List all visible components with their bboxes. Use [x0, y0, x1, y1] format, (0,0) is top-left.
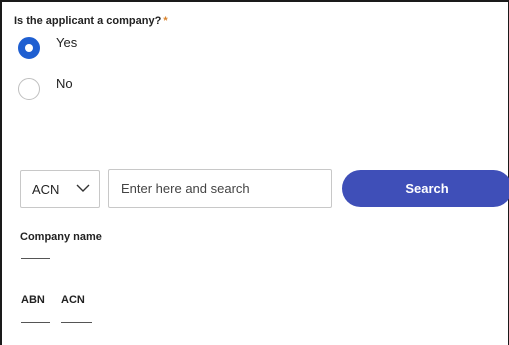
- abn-value: [21, 322, 50, 323]
- company-name-label: Company name: [20, 231, 102, 243]
- search-input[interactable]: [108, 169, 332, 208]
- applicant-company-form: Is the applicant a company? * Yes No ACN …: [0, 0, 509, 345]
- radio-selected-dot: [25, 44, 33, 52]
- option-no[interactable]: No: [18, 75, 73, 100]
- acn-label: ACN: [61, 294, 85, 306]
- acn-value: [61, 322, 92, 323]
- search-button[interactable]: Search: [342, 170, 509, 207]
- radio-no[interactable]: [18, 78, 40, 100]
- abn-label: ABN: [21, 294, 45, 306]
- search-type-select[interactable]: ACN: [20, 170, 100, 208]
- option-yes-label: Yes: [56, 34, 78, 50]
- search-type-value: ACN: [32, 181, 60, 197]
- question-label: Is the applicant a company? *: [14, 15, 168, 27]
- option-yes[interactable]: Yes: [18, 34, 78, 59]
- required-indicator: *: [163, 15, 168, 27]
- radio-yes[interactable]: [18, 37, 40, 59]
- question-text: Is the applicant a company?: [14, 15, 162, 27]
- chevron-down-icon: [76, 184, 90, 192]
- company-name-value: [21, 258, 50, 259]
- option-no-label: No: [56, 75, 73, 91]
